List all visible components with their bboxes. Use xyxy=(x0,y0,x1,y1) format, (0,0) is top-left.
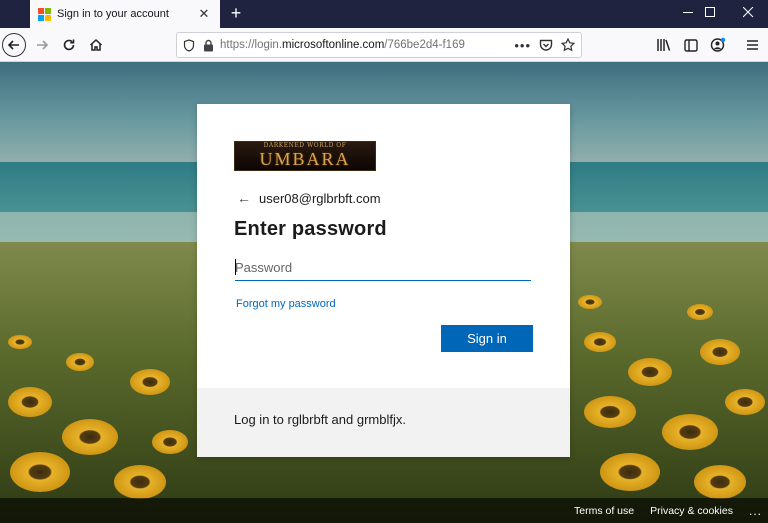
forgot-password-link[interactable]: Forgot my password xyxy=(236,298,336,310)
home-button[interactable] xyxy=(84,33,108,57)
address-bar[interactable]: https://login.microsoftonline.com/766be2… xyxy=(176,32,582,58)
page-actions-icon[interactable]: ••• xyxy=(514,38,531,53)
account-button[interactable] xyxy=(706,33,730,57)
account-email: user08@rglbrbft.com xyxy=(259,190,381,206)
sidebar-button[interactable] xyxy=(679,33,703,57)
reload-icon xyxy=(63,39,75,51)
sign-in-description: Log in to rglbrbft and grmblfjx. xyxy=(234,412,406,427)
password-input[interactable] xyxy=(235,255,531,281)
sign-in-button[interactable]: Sign in xyxy=(441,325,533,352)
tab-close-icon[interactable]: ✕ xyxy=(196,6,212,22)
library-button[interactable] xyxy=(652,33,676,57)
pocket-icon[interactable] xyxy=(539,39,553,52)
forward-button[interactable] xyxy=(30,33,54,57)
text-caret xyxy=(235,259,236,275)
more-options-icon[interactable]: ... xyxy=(749,504,762,518)
window-close-icon[interactable] xyxy=(728,0,768,28)
terms-of-use-link[interactable]: Terms of use xyxy=(574,505,634,517)
browser-tab[interactable]: Sign in to your account ✕ xyxy=(30,0,220,28)
page-viewport: DARKENED WORLD OF UMBARA ← user08@rglbrb… xyxy=(0,62,768,523)
lock-icon[interactable] xyxy=(203,39,214,52)
tab-bar: Sign in to your account ✕ + xyxy=(0,0,768,28)
home-icon xyxy=(89,38,103,51)
library-icon xyxy=(657,39,671,51)
navigation-toolbar: https://login.microsoftonline.com/766be2… xyxy=(0,28,768,62)
maximize-icon[interactable] xyxy=(690,0,730,28)
identity-banner[interactable]: ← user08@rglbrbft.com xyxy=(237,189,381,207)
page-title: Enter password xyxy=(234,218,387,240)
menu-button[interactable] xyxy=(740,33,764,57)
sidebar-icon xyxy=(684,38,698,52)
card-footer: Log in to rglbrbft and grmblfjx. xyxy=(197,388,570,457)
forward-arrow-icon xyxy=(37,40,49,50)
back-arrow-icon[interactable]: ← xyxy=(237,191,251,205)
url-text[interactable]: https://login.microsoftonline.com/766be2… xyxy=(220,39,490,51)
tab-title: Sign in to your account xyxy=(57,8,169,20)
hamburger-menu-icon xyxy=(746,40,758,50)
privacy-cookies-link[interactable]: Privacy & cookies xyxy=(650,505,733,517)
microsoft-logo-icon xyxy=(38,7,51,21)
shield-icon[interactable] xyxy=(183,38,195,52)
back-button[interactable] xyxy=(2,33,26,57)
brand-logo: DARKENED WORLD OF UMBARA xyxy=(234,141,376,171)
page-footer: Terms of use Privacy & cookies ... xyxy=(0,498,768,523)
sign-in-card: DARKENED WORLD OF UMBARA ← user08@rglbrb… xyxy=(197,104,570,457)
reload-button[interactable] xyxy=(57,33,81,57)
back-arrow-icon xyxy=(7,40,19,50)
bookmark-star-icon[interactable] xyxy=(561,38,575,52)
new-tab-button[interactable]: + xyxy=(226,3,246,23)
account-icon xyxy=(710,37,726,52)
